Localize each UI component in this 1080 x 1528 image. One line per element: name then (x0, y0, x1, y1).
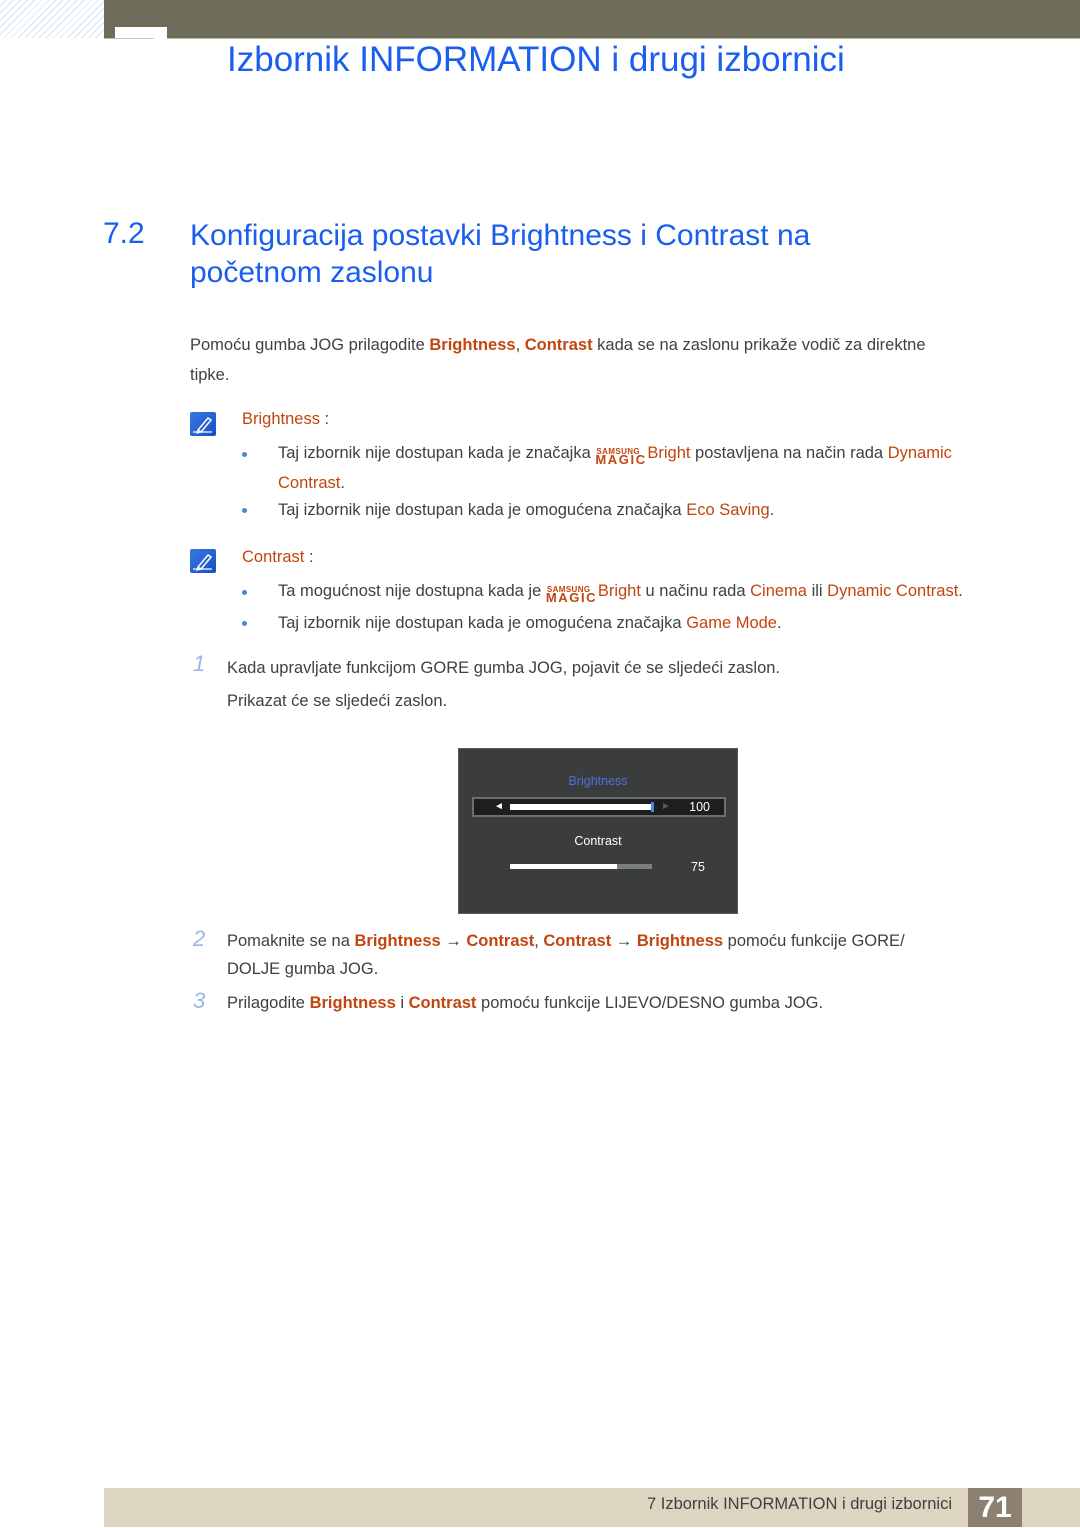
term-contrast: Contrast (466, 932, 535, 950)
header-hatch-decoration (0, 0, 104, 38)
bullet-text: Taj izbornik nije dostupan kada je znača… (278, 444, 596, 462)
brightness-value: 100 (689, 800, 710, 814)
note-bullet: Taj izbornik nije dostupan kada je omogu… (278, 608, 998, 638)
step-number: 2 (193, 926, 206, 951)
intro-text: kada se na zaslonu prikaže vodič za dire… (592, 336, 926, 354)
note-term: Brightness (242, 410, 320, 428)
bullet-text: . (769, 501, 775, 519)
intro-text: Pomoću gumba JOG prilagodite (190, 336, 430, 354)
term-bright: Bright (597, 582, 641, 600)
term-eco-saving: Eco Saving (686, 501, 770, 519)
osd-brightness-row[interactable]: ◄ ► 100 (472, 797, 726, 817)
arrow-icon: → (611, 932, 637, 950)
right-arrow-icon[interactable]: ► (661, 801, 671, 812)
note-bullet: Taj izbornik nije dostupan kada je omogu… (278, 495, 998, 525)
brightness-slider-track[interactable] (510, 804, 652, 810)
header-tab-marker (115, 27, 167, 39)
bullet-dot (242, 621, 247, 626)
bullet-dot (242, 590, 247, 595)
samsung-magic-logo: SAMSUNG MAGIC (546, 578, 597, 605)
term-brightness: Brightness (429, 336, 516, 354)
chapter-title: Izbornik INFORMATION i drugi izbornici (227, 40, 845, 79)
osd-brightness-label: Brightness (568, 774, 628, 788)
contrast-slider-fill (510, 864, 617, 869)
bullet-dot (242, 508, 247, 513)
bullet-text: u načinu rada (640, 582, 751, 600)
bullet-dot (242, 452, 247, 457)
term-brightness: Brightness (354, 932, 441, 950)
step-line: Kada upravljate funkcijom GORE gumba JOG… (227, 659, 781, 677)
term-contrast: Contrast (408, 994, 477, 1012)
term-contrast: Contrast (278, 474, 341, 492)
bullet-text: . (340, 474, 345, 492)
bullet-text: . (776, 614, 782, 632)
note-suffix: : (304, 548, 314, 566)
note-term: Contrast (242, 548, 305, 566)
section-number: 7.2 (103, 217, 145, 250)
term-contrast: Contrast (524, 336, 593, 354)
page-number: 71 (968, 1488, 1022, 1527)
brightness-slider-fill (510, 804, 652, 810)
page-footer: 7 Izbornik INFORMATION i drugi izbornici… (104, 1488, 1080, 1527)
step-text: Prilagodite Brightness i Contrast pomoću… (227, 988, 1027, 1018)
bullet-text: . (958, 582, 963, 600)
term-brightness: Brightness (636, 932, 724, 950)
note-bullet: Taj izbornik nije dostupan kada je znača… (278, 438, 998, 498)
brightness-slider-thumb[interactable] (651, 802, 654, 812)
step-line: Prikazat će se sljedeći zaslon. (227, 692, 448, 710)
bullet-text: Taj izbornik nije dostupan kada je omogu… (278, 614, 687, 632)
samsung-magic-logo: SAMSUNG MAGIC (595, 440, 646, 467)
arrow-icon: → (440, 932, 467, 950)
step-text-part: i (395, 994, 409, 1012)
intro-text: , (515, 336, 525, 354)
contrast-value: 75 (691, 860, 705, 874)
step-text: Pomaknite se na Brightness → Contrast, C… (227, 927, 1027, 983)
step-text-part: pomoću funkcije GORE/ (723, 932, 905, 950)
term-bright: Bright (647, 444, 691, 462)
intro-text: tipke. (190, 366, 230, 384)
note-icon (190, 549, 216, 573)
bullet-text: Taj izbornik nije dostupan kada je omogu… (278, 501, 687, 519)
step-number: 1 (193, 651, 206, 676)
term-dynamic-contrast: Dynamic Contrast (827, 582, 959, 600)
bullet-text: ili (806, 582, 828, 600)
magic-bottom: MAGIC (595, 452, 647, 467)
step-text-part: pomoću funkcije LIJEVO/DESNO gumba JOG. (476, 994, 824, 1012)
left-arrow-icon[interactable]: ◄ (494, 801, 504, 812)
term-contrast: Contrast (543, 932, 612, 950)
section-title: Konfiguracija postavki Brightness i Cont… (190, 219, 811, 289)
bullet-text: postavljena na način rada (690, 444, 888, 462)
step-text-part: DOLJE gumba JOG. (227, 960, 379, 978)
step-text: Kada upravljate funkcijom GORE gumba JOG… (227, 652, 1007, 718)
step-text-part: , (534, 932, 544, 950)
note-title: Brightness : (242, 410, 329, 429)
step-text-part: Pomaknite se na (227, 932, 355, 950)
note-bullet: Ta mogućnost nije dostupna kada je SAMSU… (278, 576, 1038, 606)
step-text-part: Prilagodite (227, 994, 310, 1012)
step-number: 3 (193, 988, 206, 1013)
term-game-mode: Game Mode (686, 614, 777, 632)
bullet-text: Ta mogućnost nije dostupna kada je (278, 582, 546, 600)
note-icon (190, 412, 216, 436)
term-dynamic: Dynamic (887, 444, 952, 462)
contrast-slider-track[interactable] (510, 864, 652, 869)
intro-paragraph: Pomoću gumba JOG prilagodite Brightness,… (190, 330, 990, 390)
header-bar (104, 0, 1080, 39)
term-cinema: Cinema (750, 582, 807, 600)
note-suffix: : (319, 410, 330, 428)
footer-chapter-text: 7 Izbornik INFORMATION i drugi izbornici (646, 1495, 952, 1513)
note-title: Contrast : (242, 548, 314, 567)
term-brightness: Brightness (309, 994, 396, 1012)
osd-screen: Brightness ◄ ► 100 Contrast 75 (458, 748, 738, 914)
osd-contrast-label: Contrast (574, 834, 622, 848)
